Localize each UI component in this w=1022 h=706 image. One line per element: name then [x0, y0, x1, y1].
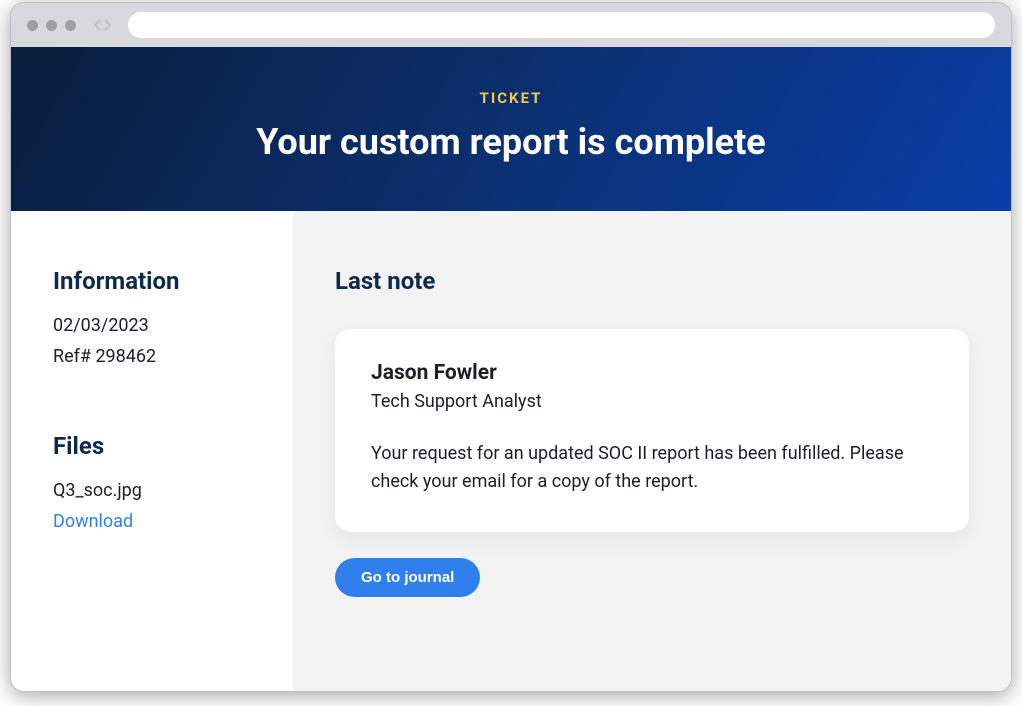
note-card: Jason Fowler Tech Support Analyst Your r… — [335, 329, 969, 532]
nav-back-forward-icon[interactable] — [94, 18, 114, 32]
window-controls — [27, 20, 76, 31]
download-link[interactable]: Download — [53, 507, 265, 538]
ticket-date: 02/03/2023 — [53, 311, 265, 342]
url-bar[interactable] — [128, 12, 995, 38]
window-minimize-dot[interactable] — [46, 20, 57, 31]
page-title: Your custom report is complete — [31, 121, 991, 163]
window-close-dot[interactable] — [27, 20, 38, 31]
note-author: Jason Fowler — [371, 361, 933, 385]
browser-window: TICKET Your custom report is complete In… — [10, 2, 1012, 692]
note-author-role: Tech Support Analyst — [371, 391, 933, 412]
ticket-ref: Ref# 298462 — [53, 342, 265, 373]
go-to-journal-button[interactable]: Go to journal — [335, 558, 480, 597]
header-eyebrow: TICKET — [31, 89, 991, 107]
browser-chrome-bar — [11, 3, 1011, 47]
information-heading: Information — [53, 267, 265, 295]
nav-arrows — [94, 18, 114, 32]
sidebar: Information 02/03/2023 Ref# 298462 Files… — [11, 211, 293, 691]
last-note-heading: Last note — [335, 267, 969, 295]
files-heading: Files — [53, 432, 265, 460]
information-section: Information 02/03/2023 Ref# 298462 — [53, 267, 265, 372]
content-area: Information 02/03/2023 Ref# 298462 Files… — [11, 211, 1011, 691]
files-section: Files Q3_soc.jpg Download — [53, 432, 265, 537]
file-name: Q3_soc.jpg — [53, 476, 265, 507]
window-maximize-dot[interactable] — [65, 20, 76, 31]
ticket-header: TICKET Your custom report is complete — [11, 47, 1011, 211]
main-panel: Last note Jason Fowler Tech Support Anal… — [293, 211, 1011, 691]
note-body: Your request for an updated SOC II repor… — [371, 440, 933, 496]
